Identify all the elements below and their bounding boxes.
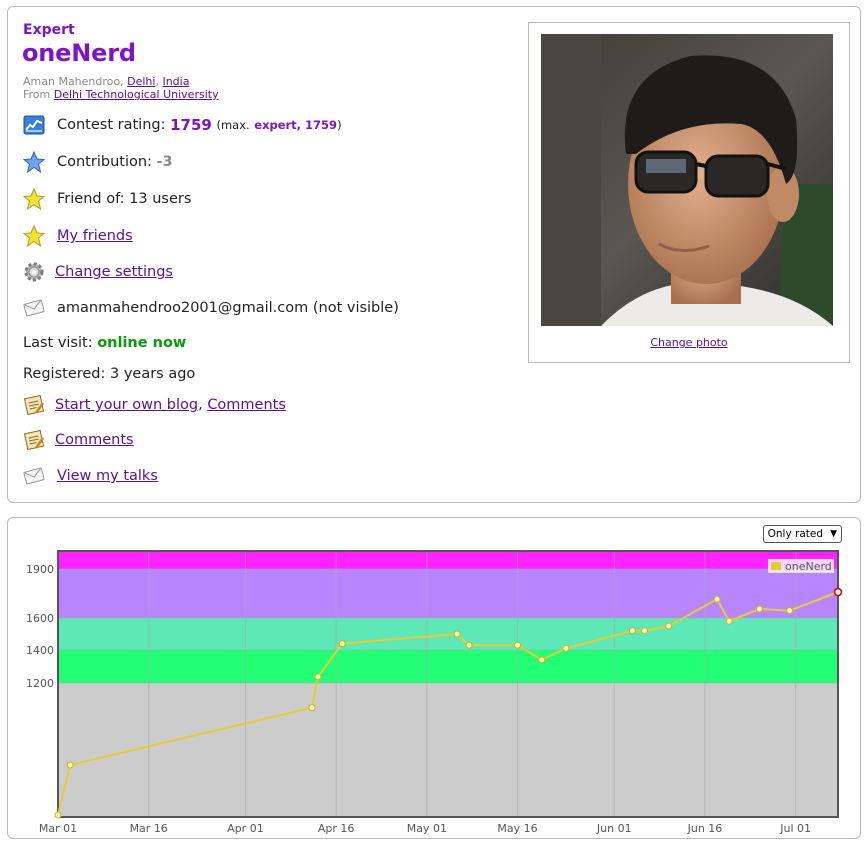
max-rating-value: expert, 1759 [254, 118, 338, 132]
email-row: amanmahendroo2001@gmail.com (not visible… [23, 297, 399, 319]
rating-point [538, 656, 546, 664]
last-visit: Last visit: online now [23, 335, 186, 351]
rating-point [665, 622, 673, 630]
blue-star-icon [23, 151, 45, 173]
yellow-star-icon [23, 225, 45, 247]
x-tick-label: Mar 01 [39, 822, 77, 835]
rating-point [725, 617, 733, 625]
change-photo-row: Change photo [529, 336, 849, 349]
user-rank: Expert [23, 22, 75, 38]
rating-point [308, 704, 316, 712]
rating-point [833, 587, 843, 597]
photo-frame: Change photo [528, 22, 850, 363]
rating-point [338, 640, 346, 648]
comments-row: Comments [23, 429, 134, 451]
x-tick-label: Jun 01 [596, 822, 632, 835]
rating-chart-icon [23, 114, 45, 136]
contribution-value: -3 [156, 154, 173, 170]
rating-point [641, 627, 649, 635]
contribution-label: Contribution: [57, 154, 152, 170]
rating-point [465, 641, 473, 649]
x-tick-label: Mar 16 [130, 822, 168, 835]
user-location: Aman Mahendroo, Delhi, India [23, 75, 190, 88]
blog-icon [23, 429, 45, 451]
y-tick-label: 1900 [26, 563, 54, 576]
contribution-row: Contribution: -3 [23, 151, 173, 173]
x-tick-label: May 01 [407, 822, 447, 835]
user-organization: From Delhi Technological University [23, 88, 219, 101]
friend-of-text: Friend of: 13 users [57, 191, 192, 207]
country-link[interactable]: India [162, 75, 189, 88]
organization-link[interactable]: Delhi Technological University [54, 88, 219, 101]
envelope-icon [23, 297, 45, 319]
city-link[interactable]: Delhi [127, 75, 155, 88]
my-friends-link[interactable]: My friends [57, 228, 133, 244]
x-tick-label: May 16 [497, 822, 537, 835]
legend-swatch [771, 562, 781, 570]
rating-band [58, 569, 838, 618]
my-friends-row: My friends [23, 225, 133, 247]
max-rating-close: ) [337, 118, 342, 132]
rating-chart: 1200 1400 1600 1900 Mar 01 Mar 16 Apr 01 Apr 16… [26, 550, 843, 835]
email-text: amanmahendroo2001@gmail.com (not visible… [57, 300, 399, 316]
last-visit-label: Last visit: [23, 335, 93, 351]
y-tick-label: 1200 [26, 677, 54, 690]
rating-band [58, 650, 838, 683]
x-tick-label: Jun 16 [687, 822, 723, 835]
contest-filter-value: Only rated [767, 528, 823, 540]
friend-of-row: Friend of: 13 users [23, 188, 191, 210]
legend-label: oneNerd [785, 560, 832, 573]
x-tick-label: Apr 01 [227, 822, 264, 835]
view-talks-link[interactable]: View my talks [57, 468, 158, 484]
rating-point [786, 607, 794, 615]
rating-band [58, 683, 838, 817]
rating-point [453, 630, 461, 638]
change-photo-link[interactable]: Change photo [650, 336, 727, 349]
rating-point [755, 605, 763, 613]
change-settings-link[interactable]: Change settings [55, 264, 173, 280]
contest-rating-label: Contest rating: [57, 117, 166, 133]
rating-band [58, 551, 838, 569]
blog-row: Start your own blog, Comments [23, 394, 286, 416]
profile-box: Expert oneNerd Aman Mahendroo, Delhi, In… [7, 6, 861, 503]
last-visit-value: online now [97, 335, 187, 351]
rating-point [66, 761, 74, 769]
rating-point [54, 811, 62, 819]
rating-point [314, 673, 322, 681]
rating-point [514, 641, 522, 649]
rating-point [562, 644, 570, 652]
chevron-down-icon: ▼ [830, 529, 837, 539]
talks-row: View my talks [23, 465, 158, 487]
user-handle: oneNerd [22, 39, 136, 67]
rating-chart-box: 1200 1400 1600 1900 Mar 01 Mar 16 Apr 01 Apr 16… [7, 517, 861, 839]
from-label: From [23, 88, 51, 101]
settings-row: Change settings [23, 261, 173, 283]
rating-point [713, 595, 721, 603]
contest-rating-value: 1759 [170, 116, 212, 134]
x-tick-label: Apr 16 [318, 822, 355, 835]
gear-icon [23, 261, 45, 283]
y-tick-label: 1600 [26, 612, 54, 625]
comments-link[interactable]: Comments [55, 432, 134, 448]
max-rating-open: (max. [216, 118, 250, 132]
yellow-star-icon [23, 188, 45, 210]
blog-icon [23, 394, 45, 416]
registered-text: Registered: 3 years ago [23, 366, 196, 382]
blog-comments-link[interactable]: Comments [207, 397, 286, 413]
envelope-icon [23, 465, 45, 487]
x-tick-label: Jul 01 [779, 822, 811, 835]
user-full-name: Aman Mahendroo [23, 75, 121, 88]
contest-rating-row: Contest rating: 1759 (max. expert, 1759 … [23, 114, 342, 136]
contest-filter-select[interactable]: Only rated ▼ [762, 525, 842, 543]
rating-point [628, 627, 636, 635]
start-blog-link[interactable]: Start your own blog [55, 397, 198, 413]
y-tick-label: 1400 [26, 644, 54, 657]
user-photo [541, 34, 833, 326]
